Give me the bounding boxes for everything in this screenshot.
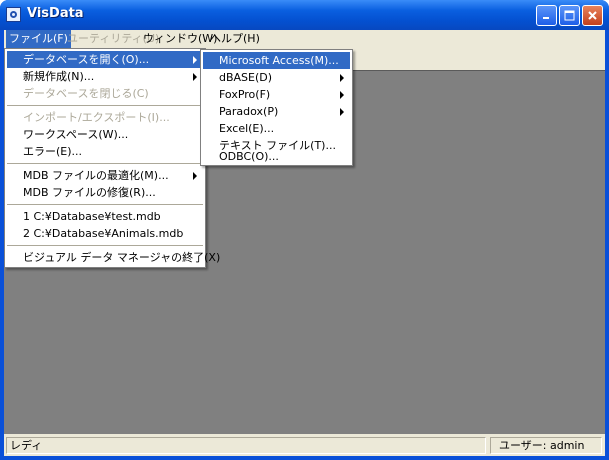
submenu-arrow-icon: [193, 73, 197, 81]
menu-item-label: FoxPro(F): [219, 88, 271, 101]
maximize-button[interactable]: [559, 5, 580, 26]
status-text: レディ: [6, 437, 486, 454]
menu-separator: [7, 105, 203, 106]
menu-item-open-database[interactable]: データベースを開く(O)...: [7, 51, 203, 68]
submenu-arrow-icon: [193, 56, 197, 64]
menu-item-import-export[interactable]: インポート/エクスポート(I)...: [7, 109, 203, 126]
menu-item-label: MDB ファイルの最適化(M)...: [23, 169, 169, 182]
menu-item-exit[interactable]: ビジュアル データ マネージャの終了(X): [7, 249, 220, 266]
close-icon: [588, 11, 597, 20]
title-bar[interactable]: VisData: [0, 0, 609, 30]
menu-item-workspace[interactable]: ワークスペース(W)...: [7, 126, 203, 143]
status-user: ユーザー: admin: [490, 437, 602, 454]
submenu-item-foxpro[interactable]: FoxPro(F): [203, 86, 350, 103]
menu-item-recent-2[interactable]: 2 C:¥Database¥Animals.mdb: [7, 225, 203, 242]
menu-file[interactable]: ファイル(F): [6, 30, 71, 48]
menu-item-compact-mdb[interactable]: MDB ファイルの最適化(M)...: [7, 167, 203, 184]
menu-item-close-database[interactable]: データベースを閉じる(C): [7, 85, 203, 102]
submenu-item-dbase[interactable]: dBASE(D): [203, 69, 350, 86]
submenu-arrow-icon: [193, 172, 197, 180]
menu-item-error[interactable]: エラー(E)...: [7, 143, 203, 160]
close-button[interactable]: [582, 5, 603, 26]
menu-separator: [7, 245, 203, 246]
file-menu: データベースを開く(O)... 新規作成(N)... データベースを閉じる(C)…: [4, 48, 220, 268]
submenu-arrow-icon: [340, 108, 344, 116]
minimize-button[interactable]: [536, 5, 557, 26]
menu-item-label: データベースを開く(O)...: [23, 53, 150, 66]
app-icon[interactable]: [6, 7, 21, 22]
window-title: VisData: [27, 6, 84, 21]
visdata-window: VisData ファイル(F) ユーティリティ(U) ウィンドウ(W) ヘルプ(…: [0, 0, 609, 460]
submenu-arrow-icon: [340, 74, 344, 82]
maximize-icon: [564, 10, 575, 21]
menu-bar: ファイル(F) ユーティリティ(U) ウィンドウ(W) ヘルプ(H): [4, 30, 605, 48]
submenu-arrow-icon: [340, 91, 344, 99]
submenu-item-excel[interactable]: Excel(E)...: [203, 120, 350, 137]
menu-item-label: 新規作成(N)...: [23, 70, 95, 83]
submenu-item-paradox[interactable]: Paradox(P): [203, 103, 350, 120]
menu-item-label: dBASE(D): [219, 71, 273, 84]
menu-separator: [7, 163, 203, 164]
submenu-item-microsoft-access[interactable]: Microsoft Access(M)...: [203, 52, 350, 69]
open-database-submenu: Microsoft Access(M)... dBASE(D) FoxPro(F…: [200, 49, 353, 166]
minimize-icon: [543, 17, 549, 19]
menu-item-label: Paradox(P): [219, 105, 279, 118]
menu-item-new[interactable]: 新規作成(N)...: [7, 68, 203, 85]
status-bar: レディ ユーザー: admin: [4, 434, 605, 456]
submenu-item-odbc[interactable]: ODBC(O)...: [203, 148, 350, 165]
menu-item-repair-mdb[interactable]: MDB ファイルの修復(R)...: [7, 184, 203, 201]
menu-item-recent-1[interactable]: 1 C:¥Database¥test.mdb: [7, 208, 203, 225]
menu-separator: [7, 204, 203, 205]
menu-help[interactable]: ヘルプ(H): [207, 30, 263, 48]
